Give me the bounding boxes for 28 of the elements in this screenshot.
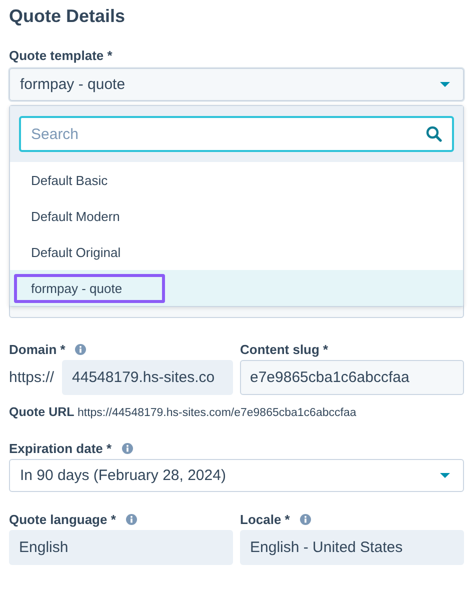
info-icon[interactable] [122, 442, 133, 454]
template-select[interactable]: formpay - quote [9, 68, 464, 101]
slug-field[interactable]: e7e9865cba1c6abccfaa [240, 360, 464, 395]
field-label: Quote template * [9, 48, 114, 65]
caret-icon [439, 472, 451, 479]
field-label: Quote language * [9, 512, 116, 526]
field-label: Domain * [9, 342, 66, 356]
dropdown-option[interactable]: Default Modern [14, 202, 137, 230]
field-label: Content slug * [240, 342, 328, 356]
section-heading: Quote Details [9, 5, 126, 28]
field-label: Locale * [240, 512, 290, 526]
quote-url-label: Quote URL [9, 405, 74, 419]
expiration-select[interactable]: In 90 days (February 28, 2024) [9, 459, 464, 492]
quote-url: https://44548179.hs-sites.com/e7e9865cba1c6abccfaa [77, 407, 356, 419]
language-field[interactable]: English [9, 530, 233, 565]
caret-icon [439, 81, 451, 88]
search-field[interactable]: Search [19, 116, 454, 152]
info-icon[interactable] [126, 514, 137, 524]
dropdown-option[interactable]: formpay - quote [14, 274, 166, 302]
field-label: Expiration date * [9, 440, 112, 456]
dropdown-option[interactable]: Default Basic [14, 166, 125, 194]
locale-field[interactable]: English - United States [240, 530, 464, 565]
dropdown-option[interactable]: Default Original [14, 238, 138, 266]
url-prefix: https:// [9, 369, 54, 386]
search-icon [426, 126, 442, 142]
info-icon[interactable] [75, 344, 86, 354]
info-icon[interactable] [300, 514, 311, 524]
domain-field[interactable]: 44548179.hs-sites.co [62, 360, 233, 395]
